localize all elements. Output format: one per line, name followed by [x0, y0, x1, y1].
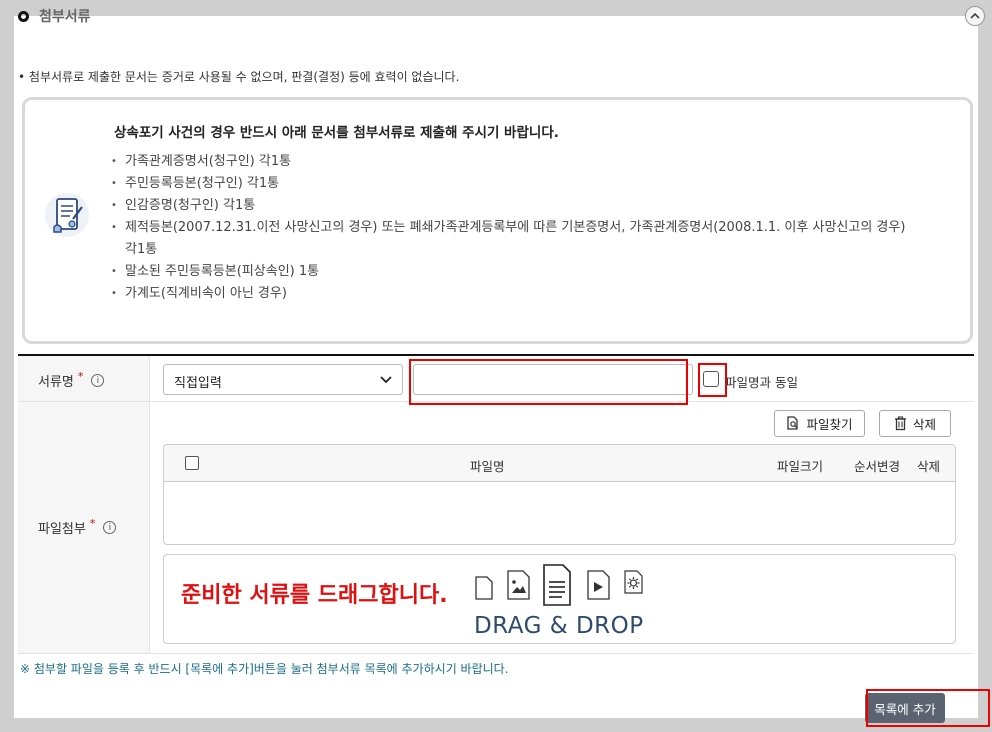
same-as-filename-checkbox[interactable]: [703, 371, 719, 387]
info-icon[interactable]: i: [103, 521, 117, 534]
doc-name-input[interactable]: [413, 364, 693, 395]
column-delete: 삭제: [917, 459, 941, 474]
doc-type-select[interactable]: 직접입력: [163, 364, 403, 395]
file-drop-zone[interactable]: DRAG & DROP 준비한 서류를 드래그합니다.: [163, 554, 956, 644]
file-list-header: 파일명 파일크기 순서변경 삭제: [164, 445, 955, 482]
doc-name-label-cell: 서류명 * i: [18, 356, 150, 401]
drop-caption: DRAG & DROP: [474, 613, 644, 639]
required-mark: *: [89, 517, 96, 530]
same-as-filename-label: 파일명과 동일: [725, 375, 798, 390]
add-to-list-button[interactable]: 목록에 추가: [865, 693, 945, 723]
image-file-icon: [507, 570, 530, 600]
delete-button[interactable]: 삭제: [879, 410, 951, 437]
list-item: 주민등록등본(청구인) 각1통: [111, 173, 911, 195]
section-title: 첨부서류: [18, 6, 91, 26]
info-icon[interactable]: i: [91, 374, 105, 387]
document-file-icon: [543, 564, 571, 606]
file-attach-label: 파일첨부 * i: [38, 517, 117, 537]
settings-file-icon: [624, 570, 643, 594]
column-filename: 파일명: [470, 459, 505, 474]
bottom-note: ※ 첨부할 파일을 등록 후 반드시 [목록에 추가]버튼을 눌러 첨부서류 목…: [20, 662, 509, 676]
column-filesize: 파일크기: [777, 459, 824, 474]
file-type-icons: [474, 563, 654, 611]
doc-name-label: 서류명 * i: [38, 370, 105, 390]
list-item: 가족관계증명서(청구인) 각1통: [111, 151, 911, 173]
file-attach-label-cell: 파일첨부 * i: [18, 402, 150, 653]
video-file-icon: [587, 570, 610, 600]
file-generic-icon: [475, 576, 493, 600]
select-all-checkbox[interactable]: [185, 456, 199, 470]
required-documents-list: 가족관계증명서(청구인) 각1통 주민등록등본(청구인) 각1통 인감증명(청구…: [111, 151, 911, 305]
drop-instruction: 준비한 서류를 드래그합니다.: [181, 583, 448, 608]
trash-icon: [894, 416, 906, 431]
list-item: 가계도(직계비속이 아닌 경우): [111, 283, 911, 305]
chevron-up-icon[interactable]: [965, 6, 985, 26]
list-item: 인감증명(청구인) 각1통: [111, 195, 911, 217]
file-search-icon: [787, 416, 799, 430]
info-box-title: 상속포기 사건의 경우 반드시 아래 문서를 첨부서류로 제출해 주시기 바랍니…: [114, 125, 559, 141]
list-item: 제적등본(2007.12.31.이전 사망신고의 경우) 또는 폐쇄가족관계등록…: [111, 217, 911, 261]
section-title-text: 첨부서류: [39, 9, 91, 25]
document-certificate-icon: [45, 193, 89, 237]
notice-text: • 첨부서류로 제출한 문서는 증거로 사용될 수 없으며, 판결(결정) 등에…: [18, 70, 460, 84]
column-order: 순서변경: [854, 459, 901, 474]
required-mark: *: [77, 370, 84, 383]
file-list-table: 파일명 파일크기 순서변경 삭제: [163, 444, 956, 545]
find-file-button[interactable]: 파일찾기: [774, 410, 865, 437]
required-documents-box: 상속포기 사건의 경우 반드시 아래 문서를 첨부서류로 제출해 주시기 바랍니…: [22, 97, 973, 344]
circle-bullet-icon: [18, 10, 29, 22]
chevron-down-icon: [380, 376, 392, 384]
list-item: 말소된 주민등록등본(피상속인) 1통: [111, 261, 911, 283]
